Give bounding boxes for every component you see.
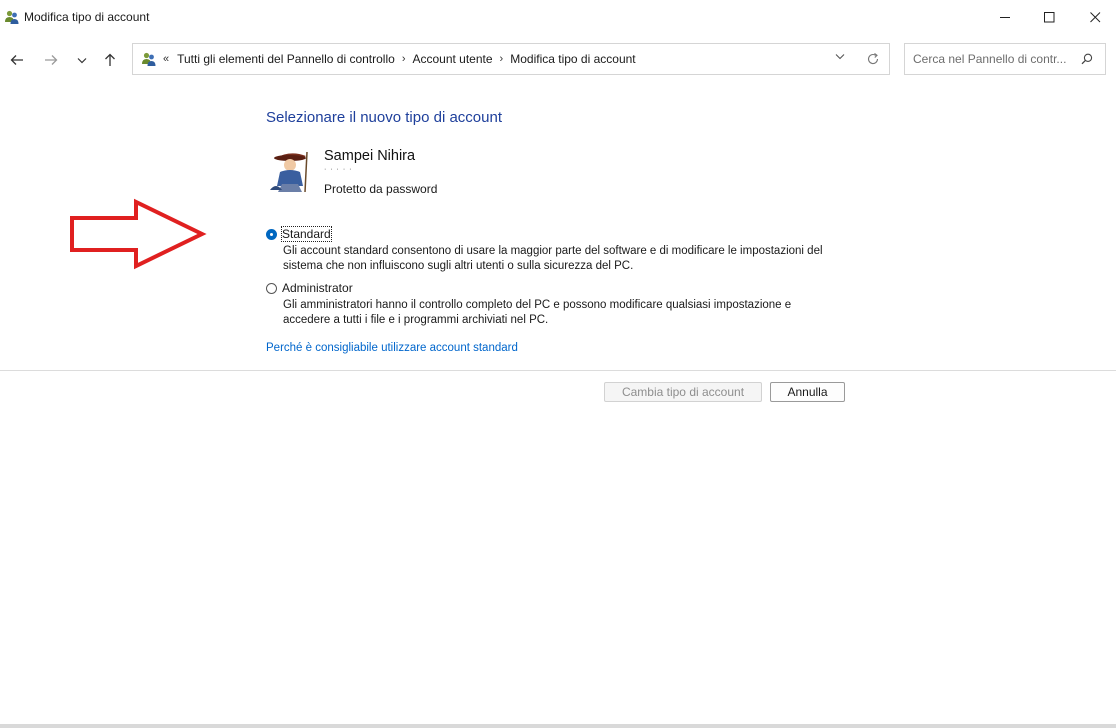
window-title: Modifica tipo di account — [24, 10, 150, 24]
minimize-icon — [999, 17, 1010, 18]
chevron-right-icon[interactable]: › — [402, 53, 406, 65]
close-icon — [1089, 12, 1100, 23]
breadcrumb-user-accounts[interactable]: Account utente — [412, 52, 492, 66]
users-icon — [142, 52, 156, 66]
arrow-left-icon — [10, 55, 23, 65]
description-line: Gli amministratori hanno il controllo co… — [283, 299, 792, 311]
search-input[interactable] — [913, 50, 1073, 68]
standard-radio[interactable] — [266, 229, 277, 240]
maximize-icon — [1043, 12, 1054, 23]
users-icon — [5, 10, 19, 24]
chevron-down-icon — [77, 57, 87, 63]
change-account-type-button[interactable]: Cambia tipo di account — [604, 382, 762, 402]
back-button[interactable] — [4, 48, 30, 72]
description-line: sistema che non influiscono sugli altri … — [283, 260, 634, 272]
refresh-icon[interactable] — [866, 52, 880, 66]
cancel-button[interactable]: Annulla — [770, 382, 845, 402]
window-bottom-border — [0, 724, 1116, 728]
up-button[interactable] — [97, 48, 123, 72]
user-status: Protetto da password — [324, 182, 438, 196]
minimize-button[interactable] — [982, 0, 1028, 35]
administrator-description: Gli amministratori hanno il controllo co… — [283, 298, 863, 328]
administrator-radio[interactable] — [266, 283, 277, 294]
why-standard-link[interactable]: Perché è consigliabile utilizzare accoun… — [266, 342, 518, 354]
title-bar: Modifica tipo di account — [0, 0, 1116, 35]
standard-label[interactable]: Standard — [281, 226, 332, 242]
search-box — [904, 43, 1106, 75]
breadcrumb-control-panel[interactable]: Tutti gli elementi del Pannello di contr… — [177, 52, 395, 66]
search-icon[interactable] — [1081, 53, 1093, 65]
recent-locations-button[interactable] — [69, 48, 95, 72]
avatar — [266, 146, 314, 194]
red-arrow-icon — [70, 198, 207, 270]
arrow-right-icon — [45, 55, 58, 65]
administrator-label[interactable]: Administrator — [282, 281, 353, 295]
breadcrumb-change-account-type[interactable]: Modifica tipo di account — [510, 52, 635, 66]
divider — [0, 370, 1116, 371]
description-line: Gli account standard consentono di usare… — [283, 245, 823, 257]
forward-button[interactable] — [38, 48, 64, 72]
chevron-right-icon[interactable]: › — [500, 53, 504, 65]
arrow-up-icon — [105, 53, 115, 66]
description-line: accedere a tutti i file e i programmi ar… — [283, 314, 549, 326]
user-name: Sampei Nihira — [324, 148, 416, 164]
standard-description: Gli account standard consentono di usare… — [283, 244, 863, 274]
close-button[interactable] — [1072, 0, 1116, 35]
user-subtitle-redacted: · · · · · — [324, 166, 353, 173]
address-bar[interactable]: « Tutti gli elementi del Pannello di con… — [132, 43, 890, 75]
page-heading: Selezionare il nuovo tipo di account — [266, 109, 502, 126]
maximize-button[interactable] — [1026, 0, 1072, 35]
chevron-down-icon[interactable] — [835, 53, 845, 60]
breadcrumb-overflow[interactable]: « — [163, 53, 169, 65]
